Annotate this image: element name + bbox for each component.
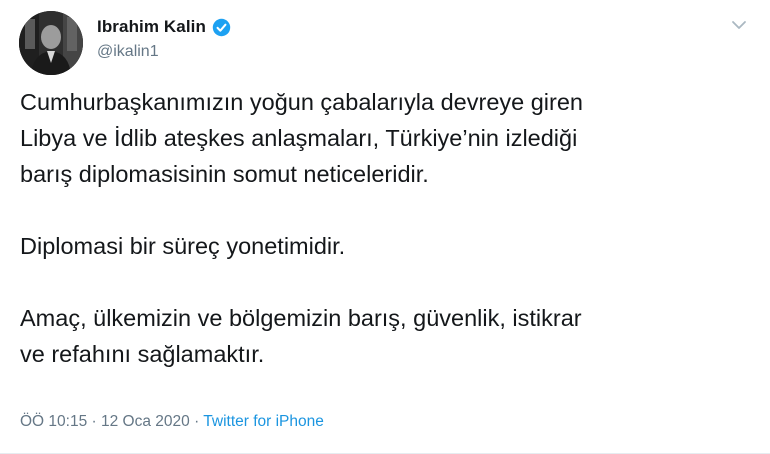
display-name[interactable]: Ibrahim Kalin (97, 17, 206, 37)
tweet-time[interactable]: ÖÖ 10:15 (20, 413, 87, 430)
author-handle[interactable]: @ikalin1 (97, 43, 159, 61)
tweet-paragraph: Amaç, ülkemizin ve bölgemizin barış, güv… (20, 305, 582, 367)
meta-separator: · (87, 413, 101, 430)
chevron-down-icon[interactable] (728, 14, 750, 36)
tweet-paragraph: Diplomasi bir süreç yonetimidir. (20, 233, 346, 259)
tweet-source-link[interactable]: Twitter for iPhone (203, 413, 324, 430)
avatar[interactable] (19, 11, 83, 75)
tweet-meta: ÖÖ 10:15 · 12 Oca 2020 · Twitter for iPh… (20, 413, 324, 431)
verified-badge-icon (212, 18, 231, 37)
tweet-paragraph: Cumhurbaşkanımızın yoğun çabalarıyla dev… (20, 89, 583, 187)
author-name-row: Ibrahim Kalin (97, 17, 231, 37)
avatar-photo (19, 11, 83, 75)
tweet-card[interactable]: Ibrahim Kalin @ikalin1 Cumhurbaşkanımızı… (0, 0, 770, 454)
tweet-date[interactable]: 12 Oca 2020 (101, 413, 190, 430)
tweet-text: Cumhurbaşkanımızın yoğun çabalarıyla dev… (20, 84, 750, 408)
meta-separator: · (189, 413, 204, 430)
